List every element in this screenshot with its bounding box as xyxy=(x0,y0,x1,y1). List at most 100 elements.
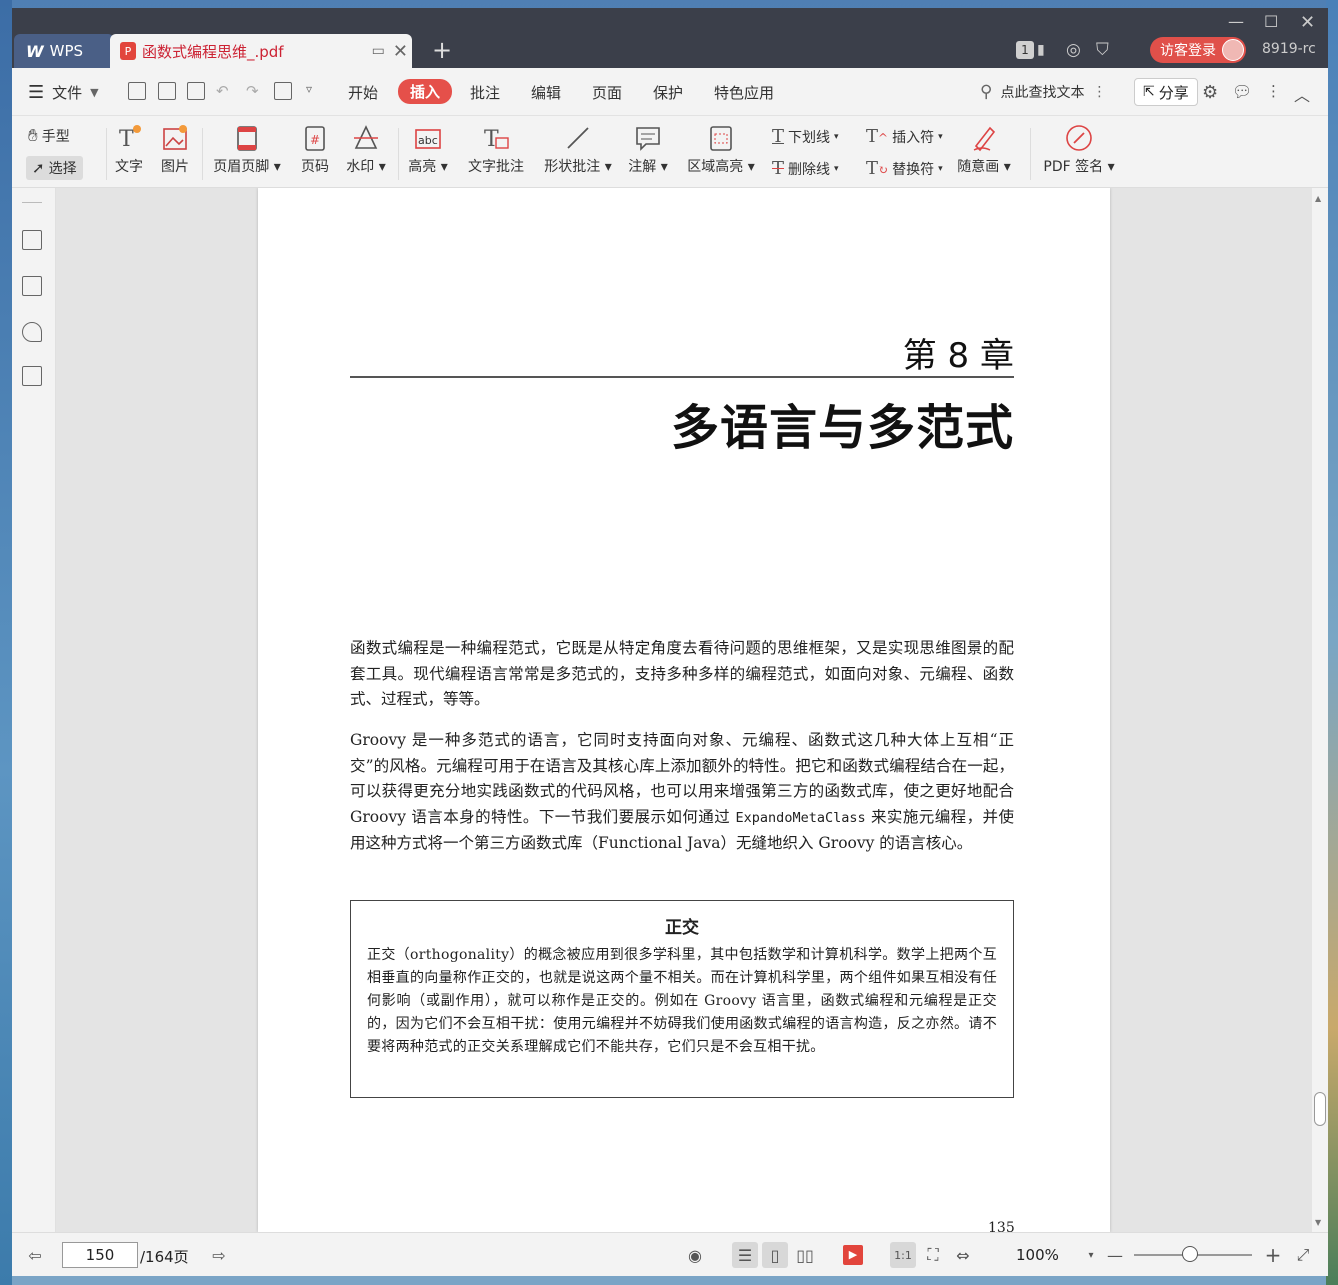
monitor-icon[interactable]: ▭ xyxy=(372,43,385,59)
chapter-rule xyxy=(350,376,1014,378)
open-folder-icon[interactable] xyxy=(128,82,146,100)
status-bar: ⇦ 150 /164页 ⇨ ◉ ☰ ▯ ▯▯ ▶ 1:1 ⛶ ⇔ 100% ▾ … xyxy=(12,1232,1328,1276)
settings-gear-icon[interactable]: ⚙ xyxy=(1202,82,1218,103)
save-icon[interactable] xyxy=(158,82,176,100)
replace-mark-button[interactable]: T↻ 替换符 ▾ xyxy=(866,158,943,179)
code-expandometaclass: ExpandoMetaClass xyxy=(735,809,866,826)
chapter-title: 多语言与多范式 xyxy=(670,400,1014,456)
close-tab-icon[interactable]: ✕ xyxy=(393,41,408,62)
watermark-icon xyxy=(352,124,380,152)
tab-document[interactable]: P 函数式编程思维_.pdf ▭ ✕ xyxy=(110,34,412,68)
menu-bar: ☰ 文件 ▼ ↶ ↷ ▿ 开始 插入 批注 编辑 页面 保护 特色应用 ⚲ 点此… xyxy=(12,68,1328,116)
menu-annotate[interactable]: 批注 xyxy=(470,82,500,103)
print-icon[interactable] xyxy=(187,82,205,100)
more-options-icon[interactable]: ⋮ xyxy=(1266,82,1281,100)
window-count[interactable]: 1 ▮ xyxy=(1016,36,1045,64)
title-bar: W WPS P 函数式编程思维_.pdf ▭ ✕ + — ☐ ✕ 1 ▮ ◎ ⛉… xyxy=(12,8,1328,68)
text-annotation-button[interactable]: T 文字批注 xyxy=(464,124,528,176)
menu-special[interactable]: 特色应用 xyxy=(714,82,774,103)
zoom-slider-knob[interactable] xyxy=(1182,1246,1198,1262)
scroll-down-arrow-icon[interactable]: ▼ xyxy=(1315,1218,1321,1227)
scroll-thumb[interactable] xyxy=(1314,1092,1326,1126)
more-vertical-icon[interactable]: ⋮ xyxy=(1092,84,1106,100)
close-window-button[interactable]: ✕ xyxy=(1300,12,1315,33)
sync-icon[interactable]: ◎ xyxy=(1066,36,1081,64)
minimize-button[interactable]: — xyxy=(1228,12,1244,31)
redo-icon[interactable]: ↷ xyxy=(246,82,259,100)
select-tool-button[interactable]: ➚ 选择 xyxy=(26,156,83,180)
maximize-button[interactable]: ☐ xyxy=(1264,12,1278,31)
share-icon: ⇱ xyxy=(1143,84,1155,100)
strikethrough-label: 删除线 xyxy=(788,161,831,178)
insert-image-button[interactable]: 图片 xyxy=(158,124,192,176)
play-slideshow-icon[interactable]: ▶ xyxy=(840,1242,866,1268)
insert-mark-button[interactable]: T^ 插入符 ▾ xyxy=(866,126,943,147)
scroll-up-arrow-icon[interactable]: ▲ xyxy=(1315,194,1321,203)
hand-tool-button[interactable]: ✋︎ 手型 xyxy=(28,126,70,146)
thumbnail-image-icon[interactable] xyxy=(22,276,42,296)
find-text-search[interactable]: ⚲ 点此查找文本 ⋮ xyxy=(980,82,1106,102)
avatar-icon xyxy=(1222,39,1244,61)
login-button[interactable]: 访客登录 xyxy=(1150,37,1246,63)
watermark-button[interactable]: 水印 ▾ xyxy=(344,124,388,176)
menu-protect[interactable]: 保护 xyxy=(653,82,683,103)
comment-icon[interactable]: 💬︎ xyxy=(1232,82,1252,101)
ribbon-divider xyxy=(398,128,399,180)
page-number-button[interactable]: # 页码 xyxy=(298,124,332,176)
menu-page[interactable]: 页面 xyxy=(592,82,622,103)
zoom-level[interactable]: 100% xyxy=(1016,1246,1059,1264)
file-menu[interactable]: ☰ 文件 ▼ xyxy=(28,82,99,103)
fullscreen-icon[interactable]: ⤢ xyxy=(1290,1242,1316,1268)
quick-access-more-icon[interactable]: ▿ xyxy=(306,82,312,96)
annotation-pen-icon[interactable] xyxy=(22,322,42,342)
strikethrough-button[interactable]: T 删除线 ▾ xyxy=(772,158,839,179)
page-number-label: 页码 xyxy=(301,159,329,175)
actual-size-icon[interactable]: 1:1 xyxy=(890,1242,916,1268)
note-button[interactable]: 注解 ▾ xyxy=(626,124,670,176)
outline-list-icon[interactable] xyxy=(22,230,42,250)
tab-wps-home[interactable]: W WPS xyxy=(14,34,114,68)
highlight-button[interactable]: abc 高亮 ▾ xyxy=(406,124,450,176)
skin-shirt-icon[interactable]: ⛉ xyxy=(1096,36,1109,64)
share-button[interactable]: ⇱ 分享 xyxy=(1134,78,1198,106)
desktop-left-edge xyxy=(0,0,12,1285)
svg-text:abc: abc xyxy=(418,134,438,147)
prev-page-arrow-icon[interactable]: ⇦ xyxy=(22,1242,48,1268)
share-label: 分享 xyxy=(1158,83,1189,102)
fit-width-icon[interactable]: ⇔ xyxy=(950,1242,976,1268)
menu-insert[interactable]: 插入 xyxy=(398,79,453,104)
signature-panel-icon[interactable] xyxy=(22,366,42,386)
continuous-view-icon[interactable]: ☰ xyxy=(732,1242,758,1268)
menu-edit[interactable]: 编辑 xyxy=(531,82,561,103)
highlight-abc-icon: abc xyxy=(414,124,442,152)
next-page-arrow-icon[interactable]: ⇨ xyxy=(206,1242,232,1268)
watermark-label: 水印 ▾ xyxy=(346,159,386,175)
single-page-view-icon[interactable]: ▯ xyxy=(762,1242,788,1268)
new-tab-button[interactable]: + xyxy=(432,38,452,62)
menu-start[interactable]: 开始 xyxy=(348,82,378,103)
area-highlight-icon xyxy=(707,124,735,152)
zoom-dropdown-icon[interactable]: ▾ xyxy=(1078,1242,1104,1268)
underline-button[interactable]: T 下划线 ▾ xyxy=(772,126,839,147)
eye-protect-icon[interactable]: ◉ xyxy=(682,1242,708,1268)
sidebar-handle[interactable] xyxy=(22,202,42,203)
two-page-view-icon[interactable]: ▯▯ xyxy=(792,1242,818,1268)
zoom-in-icon[interactable]: + xyxy=(1260,1242,1286,1268)
undo-icon[interactable]: ↶ xyxy=(216,82,229,100)
header-footer-button[interactable]: 页眉页脚 ▾ xyxy=(210,124,284,176)
search-icon: ⚲ xyxy=(980,82,993,102)
insert-text-button[interactable]: T 文字 xyxy=(112,124,146,176)
document-viewport[interactable]: 第 8 章 多语言与多范式 函数式编程是一种编程范式，它既是从特定角度去看待问题… xyxy=(56,188,1312,1232)
area-highlight-button[interactable]: 区域高亮 ▾ xyxy=(684,124,758,176)
pen-draw-icon xyxy=(970,124,998,152)
shape-annotation-button[interactable]: 形状批注 ▾ xyxy=(540,124,616,176)
export-icon[interactable] xyxy=(274,82,292,100)
fit-page-icon[interactable]: ⛶ xyxy=(920,1242,946,1268)
collapse-ribbon-icon[interactable]: ︿ xyxy=(1294,82,1310,106)
wps-window: W WPS P 函数式编程思维_.pdf ▭ ✕ + — ☐ ✕ 1 ▮ ◎ ⛉… xyxy=(12,8,1328,1276)
vertical-scrollbar[interactable]: ▲ ▼ xyxy=(1312,188,1328,1232)
current-page-input[interactable]: 150 xyxy=(62,1242,138,1268)
freehand-draw-button[interactable]: 随意画 ▾ xyxy=(954,124,1014,176)
pdf-sign-button[interactable]: PDF 签名 ▾ xyxy=(1042,124,1116,176)
zoom-out-icon[interactable]: — xyxy=(1102,1242,1128,1268)
